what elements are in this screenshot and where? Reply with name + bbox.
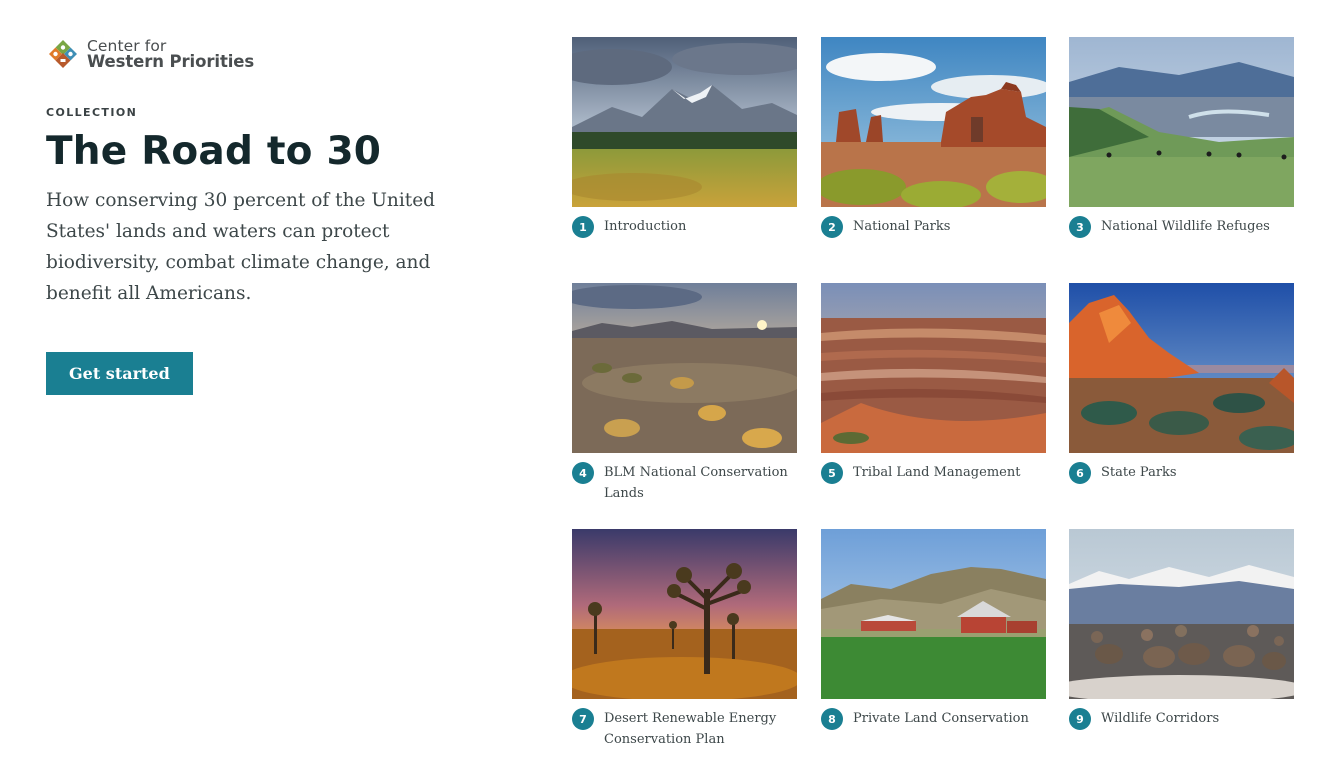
chapter-number-badge: 9 xyxy=(1069,708,1091,730)
get-started-button[interactable]: Get started xyxy=(46,352,193,395)
chapter-number-badge: 3 xyxy=(1069,216,1091,238)
chapter-label[interactable]: National Parks xyxy=(853,216,950,237)
chapter-card-introduction[interactable]: 1 Introduction xyxy=(572,37,797,238)
chapter-label[interactable]: Desert Renewable Energy Conservation Pla… xyxy=(604,708,797,750)
layered-canyon-image[interactable] xyxy=(821,283,1046,453)
chapter-card-private-land[interactable]: 8 Private Land Conservation xyxy=(821,529,1046,730)
brand-line2: Western Priorities xyxy=(87,52,255,71)
chapter-card-state-parks[interactable]: 6 State Parks xyxy=(1069,283,1294,484)
chapter-label[interactable]: Private Land Conservation xyxy=(853,708,1029,729)
chapter-label[interactable]: Tribal Land Management xyxy=(853,462,1020,483)
hero-panel: Center for Western Priorities COLLECTION… xyxy=(46,36,446,395)
desert-sunset-image[interactable] xyxy=(572,283,797,453)
chapter-card-wildlife-refuges[interactable]: 3 National Wildlife Refuges xyxy=(1069,37,1294,238)
chapter-label[interactable]: Wildlife Corridors xyxy=(1101,708,1219,729)
diamond-logo-icon xyxy=(48,39,78,69)
chapter-number-badge: 2 xyxy=(821,216,843,238)
chapter-card-desert-renewable[interactable]: 7 Desert Renewable Energy Conservation P… xyxy=(572,529,797,750)
green-valley-image[interactable] xyxy=(1069,37,1294,207)
page-description: How conserving 30 percent of the United … xyxy=(46,190,435,304)
brand-logo[interactable]: Center for Western Priorities xyxy=(46,36,446,72)
joshua-tree-image[interactable] xyxy=(572,529,797,699)
chapter-label[interactable]: National Wildlife Refuges xyxy=(1101,216,1270,237)
mountain-meadow-image[interactable] xyxy=(572,37,797,207)
chapter-card-wildlife-corridors[interactable]: 9 Wildlife Corridors xyxy=(1069,529,1294,730)
chapter-label[interactable]: BLM National Conservation Lands xyxy=(604,462,797,504)
ranch-barn-image[interactable] xyxy=(821,529,1046,699)
red-rock-arches-image[interactable] xyxy=(821,37,1046,207)
chapter-number-badge: 5 xyxy=(821,462,843,484)
collection-eyebrow: COLLECTION xyxy=(46,106,138,119)
mule-deer-image[interactable] xyxy=(1069,529,1294,699)
page-title: The Road to 30 xyxy=(46,129,382,174)
chapter-card-tribal-land[interactable]: 5 Tribal Land Management xyxy=(821,283,1046,484)
chapter-label[interactable]: Introduction xyxy=(604,216,686,237)
chapter-card-blm-lands[interactable]: 4 BLM National Conservation Lands xyxy=(572,283,797,504)
chapter-label[interactable]: State Parks xyxy=(1101,462,1177,483)
chapter-number-badge: 6 xyxy=(1069,462,1091,484)
chapter-number-badge: 7 xyxy=(572,708,594,730)
chapter-number-badge: 8 xyxy=(821,708,843,730)
chapter-number-badge: 1 xyxy=(572,216,594,238)
chapter-card-national-parks[interactable]: 2 National Parks xyxy=(821,37,1046,238)
red-rock-formation-image[interactable] xyxy=(1069,283,1294,453)
chapter-number-badge: 4 xyxy=(572,462,594,484)
